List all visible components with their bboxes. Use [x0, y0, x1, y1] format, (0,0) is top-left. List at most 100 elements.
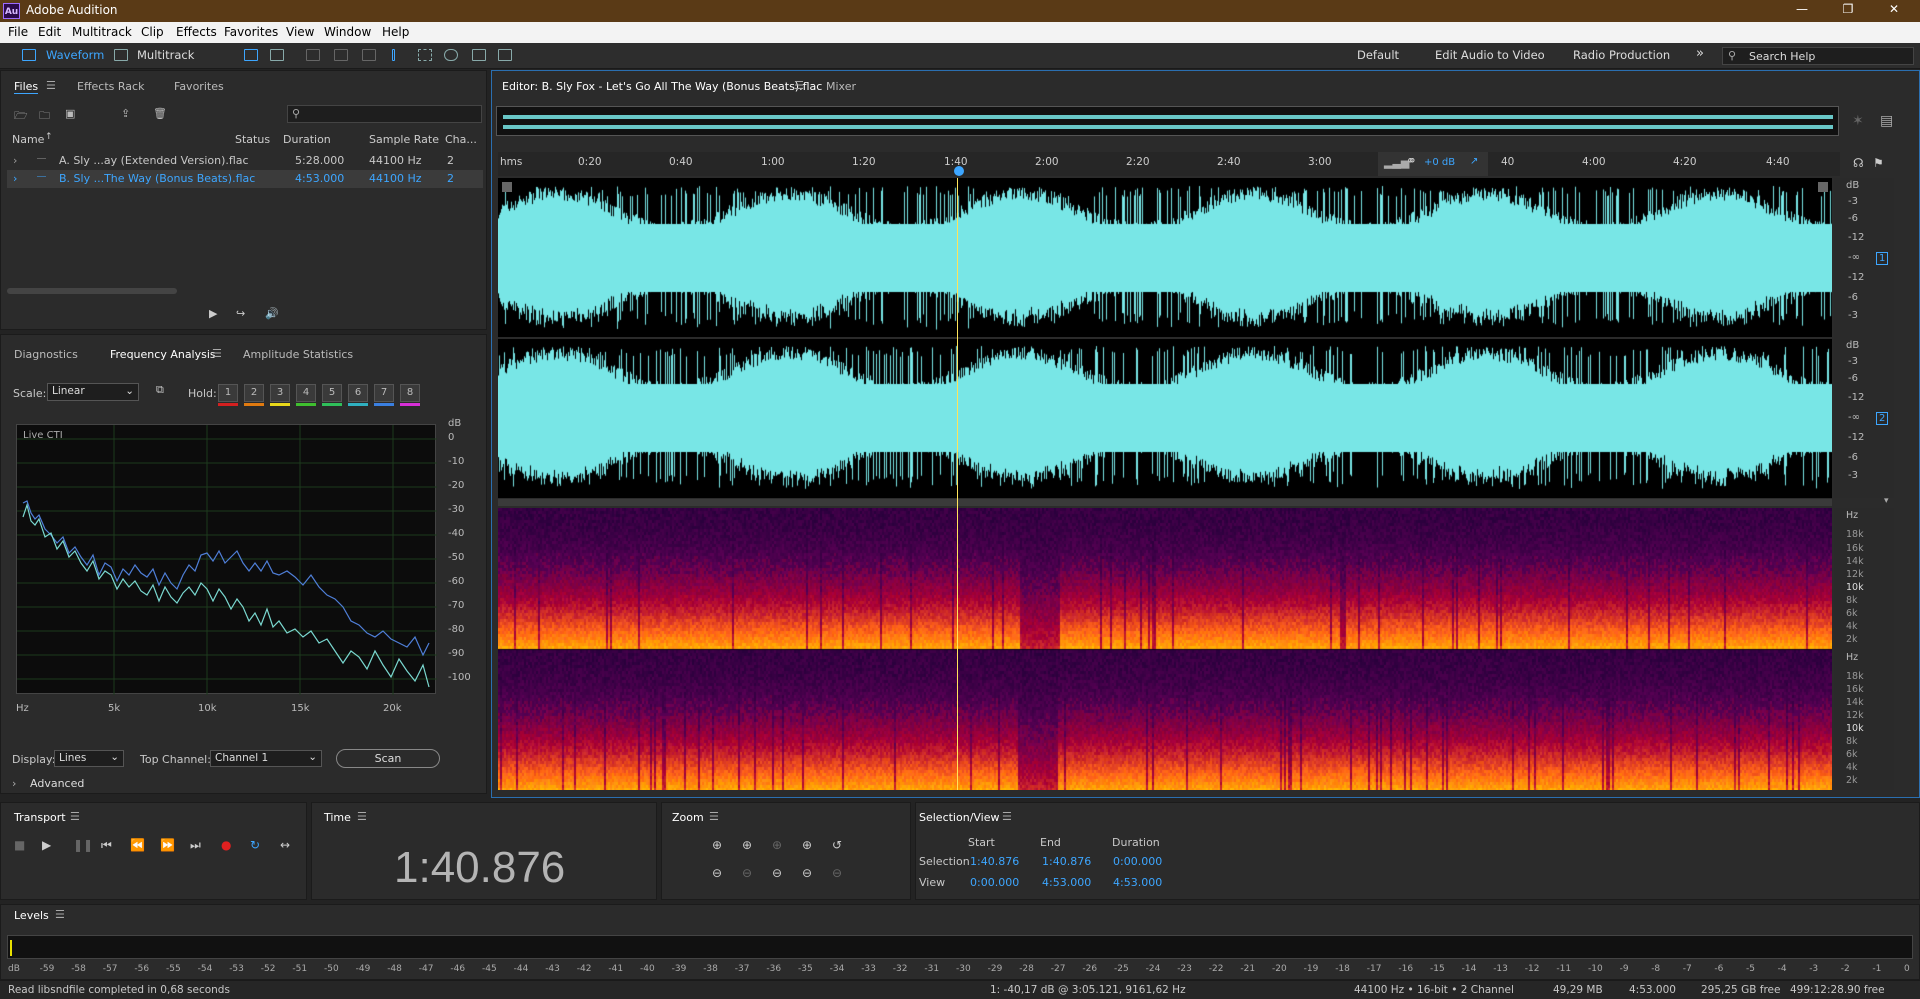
record-icon[interactable]: ●	[221, 838, 231, 852]
search-help-input[interactable]: Search Help	[1749, 50, 1815, 63]
zoom-in-amplitude-icon[interactable]: ⊕	[712, 838, 722, 852]
zoom-reset-icon[interactable]: ↺	[832, 838, 842, 852]
delete-icon[interactable]: 🗑	[153, 107, 167, 120]
skip-selection-icon[interactable]: ↔	[280, 838, 290, 852]
playhead-line[interactable]	[956, 178, 958, 790]
spectral-divider[interactable]	[498, 499, 1832, 506]
razor-tool-icon[interactable]	[334, 49, 348, 61]
menu-view[interactable]: View	[286, 25, 314, 39]
close-button[interactable]: ✕	[1874, 2, 1914, 16]
workspace-radio-production[interactable]: Radio Production	[1573, 48, 1670, 62]
open-file-icon[interactable]: 🗁	[14, 107, 28, 126]
col-status[interactable]: Status	[235, 133, 270, 146]
spot-healing-tool-icon[interactable]	[498, 49, 512, 61]
stop-icon[interactable]: ■	[14, 838, 25, 852]
files-search-field[interactable]: ⚲	[287, 105, 482, 123]
selection-duration[interactable]: 0:00.000	[1113, 855, 1162, 868]
spectral-toggle-icon[interactable]: ▤	[1880, 113, 1893, 129]
hold-button-7[interactable]: 7	[374, 384, 394, 402]
hold-button-1[interactable]: 1	[218, 384, 238, 402]
menu-clip[interactable]: Clip	[141, 25, 164, 39]
insert-into-multitrack-icon[interactable]: ⇪	[121, 107, 130, 120]
hold-button-2[interactable]: 2	[244, 384, 264, 402]
view-start[interactable]: 0:00.000	[970, 876, 1019, 889]
menu-file[interactable]: File	[8, 25, 28, 39]
fade-out-handle[interactable]	[1818, 182, 1828, 192]
slip-tool-icon[interactable]	[362, 49, 376, 61]
top-channel-select[interactable]: Channel 1 ⌄	[210, 750, 322, 767]
search-help-field[interactable]: ⚲ Search Help	[1722, 47, 1914, 65]
workspace-default[interactable]: Default	[1357, 48, 1399, 62]
horizontal-scrollbar[interactable]	[7, 288, 177, 294]
zoom-out-all-icon[interactable]: ⊖	[802, 866, 812, 880]
files-menu-icon[interactable]: ☰	[46, 79, 56, 92]
waveform-button[interactable]: Waveform	[46, 48, 104, 62]
view-duration[interactable]: 4:53.000	[1113, 876, 1162, 889]
maximize-button[interactable]: ❐	[1828, 2, 1868, 16]
table-row[interactable]: › ⎯⎯ B. Sly ...The Way (Bonus Beats).fla…	[7, 170, 483, 188]
editor-menu-icon[interactable]: ☰	[794, 79, 804, 92]
multitrack-button[interactable]: Multitrack	[137, 48, 194, 62]
tab-favorites[interactable]: Favorites	[174, 80, 224, 93]
time-ruler[interactable]: hms 0:20 0:40 1:00 1:20 1:40 2:00 2:20 2…	[498, 152, 1840, 176]
menu-help[interactable]: Help	[382, 25, 409, 39]
chevron-right-icon[interactable]: ›	[12, 777, 16, 790]
hold-button-3[interactable]: 3	[270, 384, 290, 402]
hold-button-8[interactable]: 8	[400, 384, 420, 402]
headphones-icon[interactable]: ☊	[1853, 156, 1864, 170]
workspace-edit-audio-to-video[interactable]: Edit Audio to Video	[1435, 48, 1545, 62]
next-icon[interactable]: ⏭	[190, 838, 201, 853]
menu-effects[interactable]: Effects	[176, 25, 217, 39]
transport-menu-icon[interactable]: ☰	[70, 810, 80, 823]
zoom-menu-icon[interactable]: ☰	[709, 810, 719, 823]
tab-files[interactable]: Files	[14, 80, 39, 94]
spectral-display-icon[interactable]	[244, 49, 258, 61]
lock-to-view-icon[interactable]: ⧉	[156, 383, 164, 397]
lasso-tool-icon[interactable]	[444, 49, 458, 61]
analysis-menu-icon[interactable]: ☰	[212, 347, 222, 360]
tab-frequency-analysis[interactable]: Frequency Analysis	[110, 348, 216, 361]
menu-favorites[interactable]: Favorites	[224, 25, 278, 39]
time-selection-tool-icon[interactable]	[392, 49, 395, 61]
view-end[interactable]: 4:53.000	[1042, 876, 1091, 889]
loop-preview-icon[interactable]: ↪	[236, 307, 245, 320]
tab-effects-rack[interactable]: Effects Rack	[77, 80, 144, 93]
channel-2-badge[interactable]: 2	[1876, 412, 1889, 425]
zoom-out-time-icon[interactable]: ⊖	[742, 866, 752, 880]
zoom-to-selection-icon[interactable]: ⊕	[802, 838, 812, 852]
brush-tool-icon[interactable]	[472, 49, 486, 61]
tab-mixer[interactable]: Mixer	[826, 80, 856, 93]
scale-select[interactable]: Linear ⌄	[47, 383, 139, 401]
spectrogram-canvas[interactable]	[498, 508, 1832, 790]
more-workspaces-icon[interactable]: »	[1696, 46, 1704, 61]
selection-start[interactable]: 1:40.876	[970, 855, 1019, 868]
menu-window[interactable]: Window	[324, 25, 371, 39]
col-duration[interactable]: Duration	[283, 133, 331, 146]
spectral-display[interactable]	[498, 508, 1832, 790]
tab-editor[interactable]: Editor: B. Sly Fox - Let's Go All The Wa…	[502, 80, 822, 93]
pause-icon[interactable]: ❚❚	[73, 838, 93, 852]
marquee-tool-icon[interactable]	[418, 49, 432, 61]
selection-menu-icon[interactable]: ☰	[1002, 810, 1012, 823]
col-sample-rate[interactable]: Sample Rate	[369, 133, 439, 146]
marker-icon[interactable]: ⚑	[1873, 156, 1884, 170]
tab-amplitude-statistics[interactable]: Amplitude Statistics	[243, 348, 353, 361]
time-menu-icon[interactable]: ☰	[357, 810, 367, 823]
fast-forward-icon[interactable]: ⏩	[160, 838, 175, 852]
overview-navigator[interactable]	[496, 106, 1839, 136]
col-channels[interactable]: Cha...	[445, 133, 477, 146]
tab-diagnostics[interactable]: Diagnostics	[14, 348, 78, 361]
fade-in-handle[interactable]	[502, 182, 512, 192]
collapse-icon[interactable]: ▾	[1884, 496, 1889, 506]
hold-button-6[interactable]: 6	[348, 384, 368, 402]
scan-button[interactable]: Scan	[336, 749, 440, 768]
autoplay-icon[interactable]: 🔊	[265, 307, 279, 320]
pin-icon[interactable]: ↗	[1470, 156, 1478, 167]
hold-button-4[interactable]: 4	[296, 384, 316, 402]
zoom-in-vertical-icon[interactable]: ✶	[1852, 113, 1864, 129]
hud-gain[interactable]: ▂▃▅ ⚭ +0 dB ↗	[1378, 152, 1488, 176]
zoom-lock-icon[interactable]: ⊖	[832, 866, 842, 880]
zoom-out-full-icon[interactable]: ⊖	[772, 866, 782, 880]
channel-1-badge[interactable]: 1	[1876, 252, 1889, 265]
minimize-button[interactable]: —	[1782, 2, 1822, 16]
